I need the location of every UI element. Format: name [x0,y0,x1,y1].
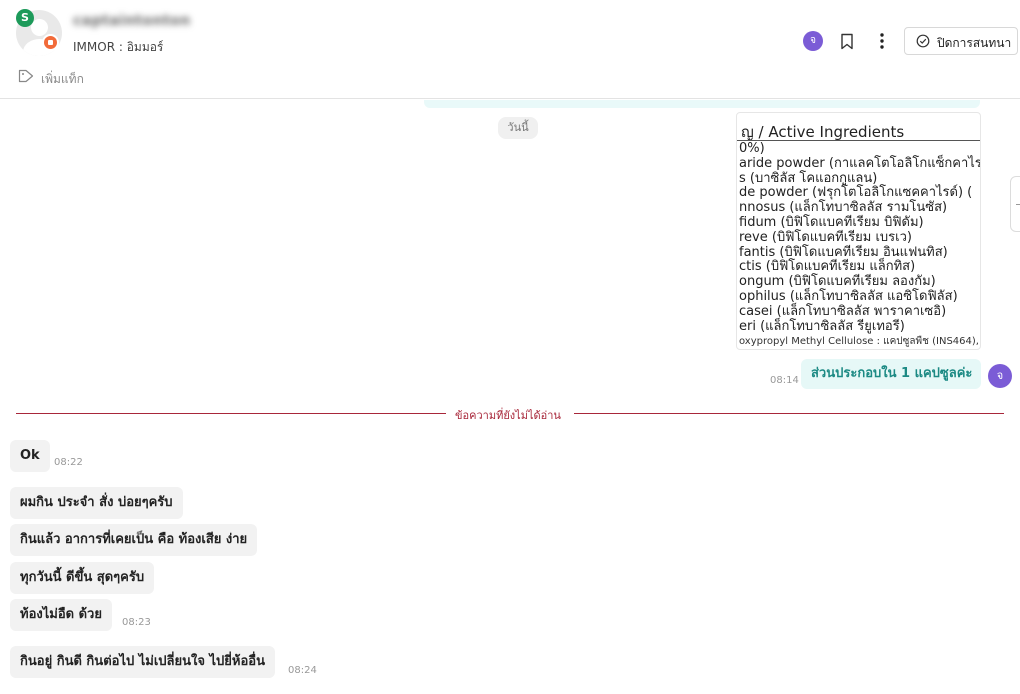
close-conversation-button[interactable]: ปิดการสนทนา [904,27,1018,55]
more-options-icon[interactable] [874,32,890,50]
avatar-head-shape [31,19,48,36]
check-circle-icon [916,34,930,48]
image-line: 0%) [739,141,765,156]
outgoing-message-bubble[interactable]: ส่วนประกอบใน 1 แคปซูลค่ะ [801,359,981,389]
incoming-message-bubble[interactable]: กินอยู่ กินดี กินต่อไป ไม่เปลี่ยนใจ ไปยี… [10,646,276,678]
image-line: oxypropyl Methyl Cellulose : แคปซูลพืช (… [739,336,979,348]
incoming-message-bubble[interactable]: ท้องไม่อืด ด้วย [10,599,112,631]
image-line: casei (แล็กโทบาซิลลัส พาราคาเซอิ) [739,303,947,319]
side-panel-toggle[interactable] [1010,176,1020,232]
incoming-message-bubble[interactable]: ผมกิน ประจำ สั่ง บ่อยๆครับ [10,487,183,519]
image-line: fidum (บิฟิโดแบคทีเรียม บิฟิดัม) [739,214,924,230]
chat-window: S captaintonton IMMOR : อิมมอร์ จ ปิดการ… [0,0,1020,694]
incoming-message-bubble[interactable]: Ok [10,440,50,472]
unread-messages-label: ข้อความที่ยังไม่ได้อ่าน [455,409,561,422]
incoming-message-bubble[interactable]: กินแล้ว อาการที่เคยเป็น คือ ท้องเสีย ง่า… [10,524,258,556]
image-line: reve (บิฟิโดแบคทีเรียม เบรเว) [739,229,912,245]
image-line: eri (แล็กโทบาซิลลัส รียูเทอรี) [739,318,905,334]
date-separator: วันนี้ [498,117,538,139]
incoming-message-bubble[interactable]: ทุกวันนี้ ดีขึ้น สุดๆครับ [10,562,155,594]
image-line: nnosus (แล็กโทบาซิลลัส รามโนซัส) [739,200,948,216]
previous-message-bubble [424,100,980,108]
brand-logo-icon: S [16,9,34,27]
assigned-agent-avatar[interactable]: จ [803,31,823,51]
bookmark-icon[interactable] [840,33,854,50]
unread-divider-left [16,413,446,414]
image-divider [737,140,980,141]
message-time: 08:23 [122,617,151,628]
tag-icon[interactable] [18,69,34,83]
customer-username: captaintonton [73,13,191,29]
image-line: ctis (บิฟิโดแบคทีเรียม แล็กทิส) [739,259,916,275]
message-list[interactable]: วันนี้ ญ / Active Ingredients 0%) aride … [0,100,1020,694]
image-message[interactable]: ญ / Active Ingredients 0%) aride powder … [736,112,981,350]
add-tag-link[interactable]: เพิ่มแท็ก [41,70,84,89]
message-time: 08:24 [288,665,317,676]
image-ingredient-lines: 0%) aride powder (กาแลคโตโอลิโกแซ็กคาไรด… [739,141,981,349]
message-time: 08:22 [54,457,83,468]
close-conversation-label: ปิดการสนทนา [937,36,1012,50]
image-line: ophilus (แล็กโทบาซิลลัส แอซิโดฟิลัส) [739,288,958,304]
store-name: IMMOR : อิมมอร์ [73,40,164,54]
image-line: ongum (บิฟิโดแบคทีเรียม ลองกัม) [739,274,936,290]
image-line: aride powder (กาแลคโตโอลิโกแซ็กคาไรด์ [739,155,981,171]
unread-divider-right [574,413,1004,414]
message-time: 08:14 [770,375,799,386]
chat-header: S captaintonton IMMOR : อิมมอร์ จ ปิดการ… [0,0,1020,99]
image-line: de powder (ฟรุกโตโอลิโกแซคคาไรด์) ( [739,185,973,201]
agent-avatar: จ [988,364,1012,388]
shop-channel-icon [42,34,59,51]
